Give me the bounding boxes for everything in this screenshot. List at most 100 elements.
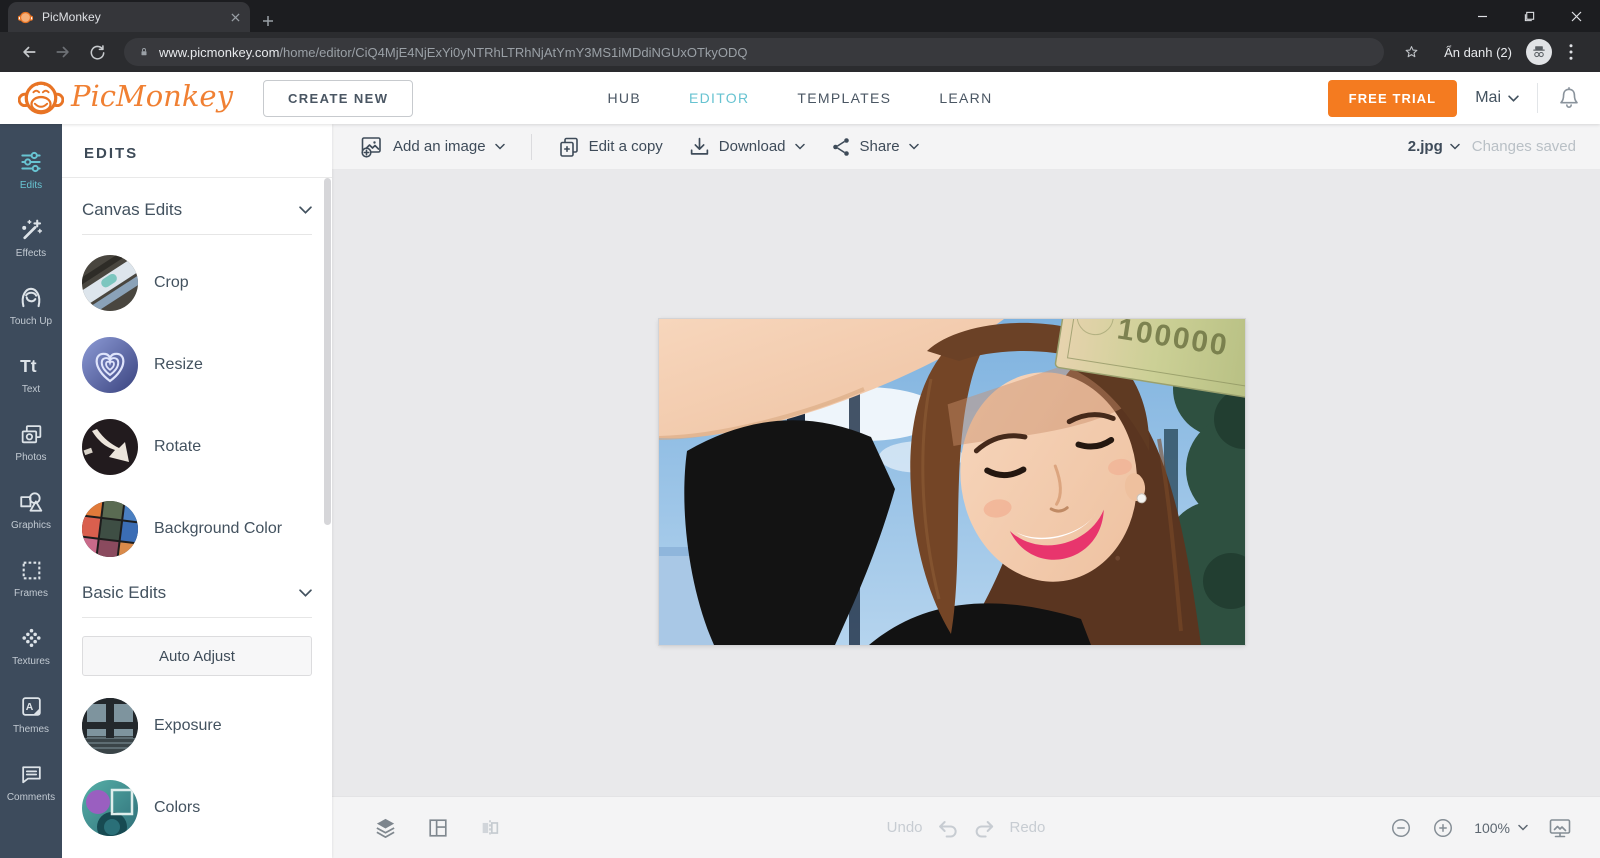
edit-item-background-color[interactable]: Background Color xyxy=(82,501,312,557)
picmonkey-logo[interactable]: PicMonkey xyxy=(18,79,233,117)
zoom-level-dropdown[interactable]: 100% xyxy=(1474,820,1528,836)
history-controls: Undo Redo xyxy=(887,818,1045,838)
auto-adjust-button[interactable]: Auto Adjust xyxy=(82,636,312,676)
background-color-thumbnail xyxy=(82,501,138,557)
svg-text:A: A xyxy=(25,702,33,713)
sidebar-item-photos[interactable]: Photos xyxy=(0,408,62,476)
app-window: PicMonkey www.picmonkey.com/home/editor/… xyxy=(0,0,1600,858)
user-menu[interactable]: Mai xyxy=(1475,89,1519,107)
browser-menu-icon[interactable] xyxy=(1556,37,1586,67)
notifications-bell-icon[interactable] xyxy=(1556,85,1582,111)
browser-titlebar: PicMonkey xyxy=(0,0,1600,32)
sidebar-item-touchup[interactable]: Touch Up xyxy=(0,272,62,340)
share-button[interactable]: Share xyxy=(831,137,919,157)
sidebar-item-textures[interactable]: Textures xyxy=(0,612,62,680)
sidebar-item-themes[interactable]: A Themes xyxy=(0,680,62,748)
close-window-icon[interactable] xyxy=(1553,0,1600,32)
edit-item-exposure[interactable]: Exposure xyxy=(82,698,312,754)
sidebar-item-graphics[interactable]: Graphics xyxy=(0,476,62,544)
mirror-icon[interactable] xyxy=(479,817,501,839)
new-tab-button[interactable] xyxy=(262,15,274,27)
bookmark-star-icon[interactable] xyxy=(1396,37,1426,67)
edit-item-crop[interactable]: Crop xyxy=(82,255,312,311)
sidebar-item-text[interactable]: Tt Text xyxy=(0,340,62,408)
section-rule xyxy=(82,234,312,235)
sidebar-item-label: Photos xyxy=(15,451,47,463)
create-new-button[interactable]: CREATE NEW xyxy=(262,79,414,117)
toolbar-right: 2.jpg Changes saved xyxy=(1408,138,1576,155)
sidebar-item-label: Text xyxy=(21,384,41,395)
chevron-down-icon xyxy=(1518,824,1528,831)
browser-tab[interactable]: PicMonkey xyxy=(8,2,250,32)
sidebar-item-comments[interactable]: Comments xyxy=(0,748,62,816)
file-name-dropdown[interactable]: 2.jpg xyxy=(1408,138,1460,155)
edits-panel: EDITS Canvas Edits Crop Resize Rotate Ba… xyxy=(62,124,332,858)
file-name: 2.jpg xyxy=(1407,138,1443,155)
section-basic-edits[interactable]: Basic Edits xyxy=(82,583,312,603)
back-icon[interactable] xyxy=(14,37,44,67)
panel-title: EDITS xyxy=(84,145,139,162)
resize-thumbnail xyxy=(82,337,138,393)
chevron-down-icon xyxy=(908,143,919,150)
edit-item-colors[interactable]: Colors xyxy=(82,780,312,836)
share-label: Share xyxy=(859,138,900,155)
texture-icon xyxy=(21,628,41,647)
edit-item-label: Colors xyxy=(154,799,201,816)
add-image-button[interactable]: Add an image xyxy=(360,136,505,158)
zoom-out-icon[interactable] xyxy=(1390,817,1412,839)
tab-close-icon[interactable] xyxy=(231,12,240,22)
edit-item-resize[interactable]: Resize xyxy=(82,337,312,393)
header-right: FREE TRIAL Mai xyxy=(1327,79,1582,117)
edit-item-rotate[interactable]: Rotate xyxy=(82,419,312,475)
collage-grid-icon[interactable] xyxy=(427,817,449,839)
nav-templates[interactable]: TEMPLATES xyxy=(797,90,891,106)
minimize-icon[interactable] xyxy=(1459,0,1506,32)
panel-divider xyxy=(62,177,332,178)
comment-icon xyxy=(21,765,41,783)
panel-scrollbar[interactable] xyxy=(324,178,331,525)
reload-icon[interactable] xyxy=(82,37,112,67)
maximize-icon[interactable] xyxy=(1506,0,1553,32)
edit-copy-icon xyxy=(559,137,578,157)
undo-icon[interactable] xyxy=(936,818,960,838)
sidebar-item-label: Themes xyxy=(12,723,50,735)
download-button[interactable]: Download xyxy=(689,136,805,157)
address-bar[interactable]: www.picmonkey.com/home/editor/CiQ4MjE4Nj… xyxy=(124,38,1385,66)
rotate-thumbnail xyxy=(82,419,138,475)
editor-toolbar: Add an image Edit a copy Download Share xyxy=(332,124,1600,170)
section-canvas-edits[interactable]: Canvas Edits xyxy=(82,200,312,220)
add-image-label: Add an image xyxy=(393,138,486,155)
crop-thumbnail xyxy=(82,255,138,311)
sidebar-item-label: Edits xyxy=(19,180,43,191)
chevron-down-icon xyxy=(494,143,505,150)
app-header: PicMonkey CREATE NEW HUB EDITOR TEMPLATE… xyxy=(0,72,1600,124)
workspace[interactable]: 100000 xyxy=(332,170,1600,796)
edit-copy-button[interactable]: Edit a copy xyxy=(558,136,663,158)
forward-icon[interactable] xyxy=(48,37,78,67)
sidebar-item-frames[interactable]: Frames xyxy=(0,544,62,612)
nav-learn[interactable]: LEARN xyxy=(939,90,992,106)
monkey-logo-icon xyxy=(18,79,64,117)
favicon-monkey-icon xyxy=(18,11,33,24)
add-image-icon xyxy=(361,136,381,158)
layers-icon[interactable] xyxy=(374,816,397,839)
window-controls xyxy=(1459,0,1600,32)
zoom-in-icon[interactable] xyxy=(1432,817,1454,839)
panel-body: Canvas Edits Crop Resize Rotate Backgrou… xyxy=(62,200,332,836)
redo-icon[interactable] xyxy=(973,818,997,838)
sidebar-item-edits[interactable]: Edits xyxy=(0,136,62,204)
nav-hub[interactable]: HUB xyxy=(608,90,641,106)
share-icon xyxy=(832,137,849,156)
incognito-avatar[interactable] xyxy=(1526,39,1552,65)
chevron-down-icon xyxy=(1450,143,1460,150)
sidebar-item-effects[interactable]: Effects xyxy=(0,204,62,272)
edit-item-label: Background Color xyxy=(154,520,283,537)
main-area: Edits Effects Touch Up Tt Text Photos Gr… xyxy=(0,124,1600,858)
nav-editor[interactable]: EDITOR xyxy=(689,90,749,106)
free-trial-button[interactable]: FREE TRIAL xyxy=(1327,79,1458,117)
user-name: Mai xyxy=(1475,89,1501,106)
face-icon xyxy=(21,287,41,308)
canvas-image[interactable]: 100000 xyxy=(659,319,1245,645)
fullscreen-preview-icon[interactable] xyxy=(1548,816,1572,840)
header-divider xyxy=(1537,83,1538,113)
